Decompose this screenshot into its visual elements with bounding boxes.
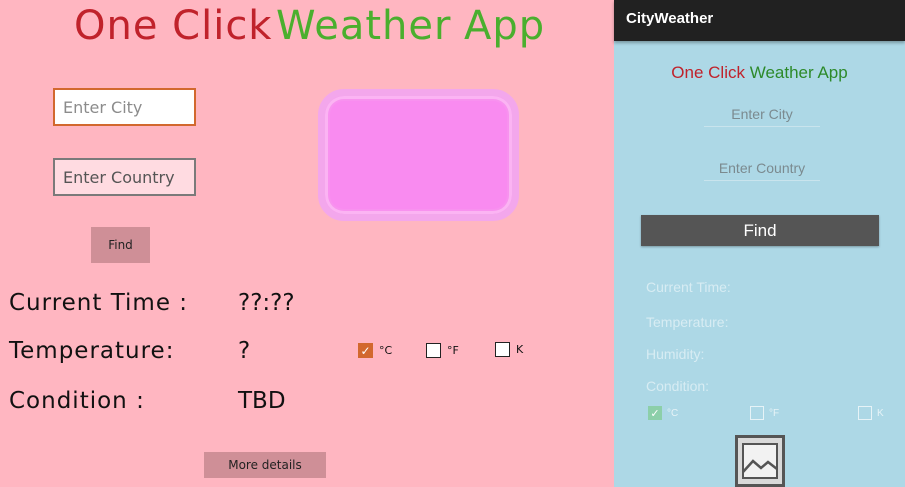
phone-humidity-label: Humidity: [646,346,705,362]
checkbox-checked-icon[interactable]: ✓ [648,406,662,420]
celsius-checkbox[interactable]: ✓ °C [358,343,392,358]
weather-image [318,89,519,221]
phone-title-one-click: One Click [671,63,745,82]
temperature-value: ? [238,338,251,364]
checkbox-unchecked-icon[interactable] [750,406,764,420]
current-time-label: Current Time : [9,290,189,316]
checkbox-unchecked-icon[interactable] [495,342,510,357]
fahrenheit-checkbox[interactable]: °F [426,343,459,358]
current-time-value: ??:?? [238,290,295,316]
phone-title: One Click Weather App [614,63,905,83]
phone-temperature-label: Temperature: [646,314,729,330]
celsius-label: °C [379,344,393,357]
country-input[interactable] [53,158,196,196]
kelvin-label: K [516,343,524,356]
phone-celsius-checkbox[interactable]: ✓ °C [648,406,678,420]
checkbox-checked-icon[interactable]: ✓ [358,343,373,358]
phone-fahrenheit-label: °F [769,407,780,419]
app-title-one-click: One Click [74,3,273,49]
app-title-app: App [464,3,546,49]
phone-kelvin-label: K [877,407,884,419]
checkbox-unchecked-icon[interactable] [426,343,441,358]
find-button[interactable]: Find [91,227,150,263]
condition-value: TBD [238,388,286,414]
phone-title-weather-app: Weather App [749,63,848,82]
temperature-label: Temperature: [9,338,175,364]
checkbox-unchecked-icon[interactable] [858,406,872,420]
fahrenheit-label: °F [447,344,459,357]
more-details-button[interactable]: More details [204,452,326,478]
phone-fahrenheit-checkbox[interactable]: °F [750,406,779,420]
phone-screen: CityWeather One Click Weather App Find C… [614,0,905,487]
app-title-weather: Weather [276,3,452,49]
app-bar: CityWeather [614,0,905,41]
phone-current-time-label: Current Time: [646,279,731,295]
phone-condition-label: Condition: [646,378,710,394]
phone-celsius-label: °C [667,407,679,419]
phone-country-input[interactable] [704,155,820,181]
kelvin-checkbox[interactable]: K [495,342,523,357]
city-input[interactable] [53,88,196,126]
condition-label: Condition : [9,388,145,414]
phone-city-input[interactable] [704,101,820,127]
phone-find-button[interactable]: Find [641,215,879,246]
desktop-window: One Click Weather App Find Current Time … [0,0,614,487]
image-placeholder-icon [735,435,785,487]
app-bar-title: CityWeather [626,10,714,27]
phone-kelvin-checkbox[interactable]: K [858,406,884,420]
